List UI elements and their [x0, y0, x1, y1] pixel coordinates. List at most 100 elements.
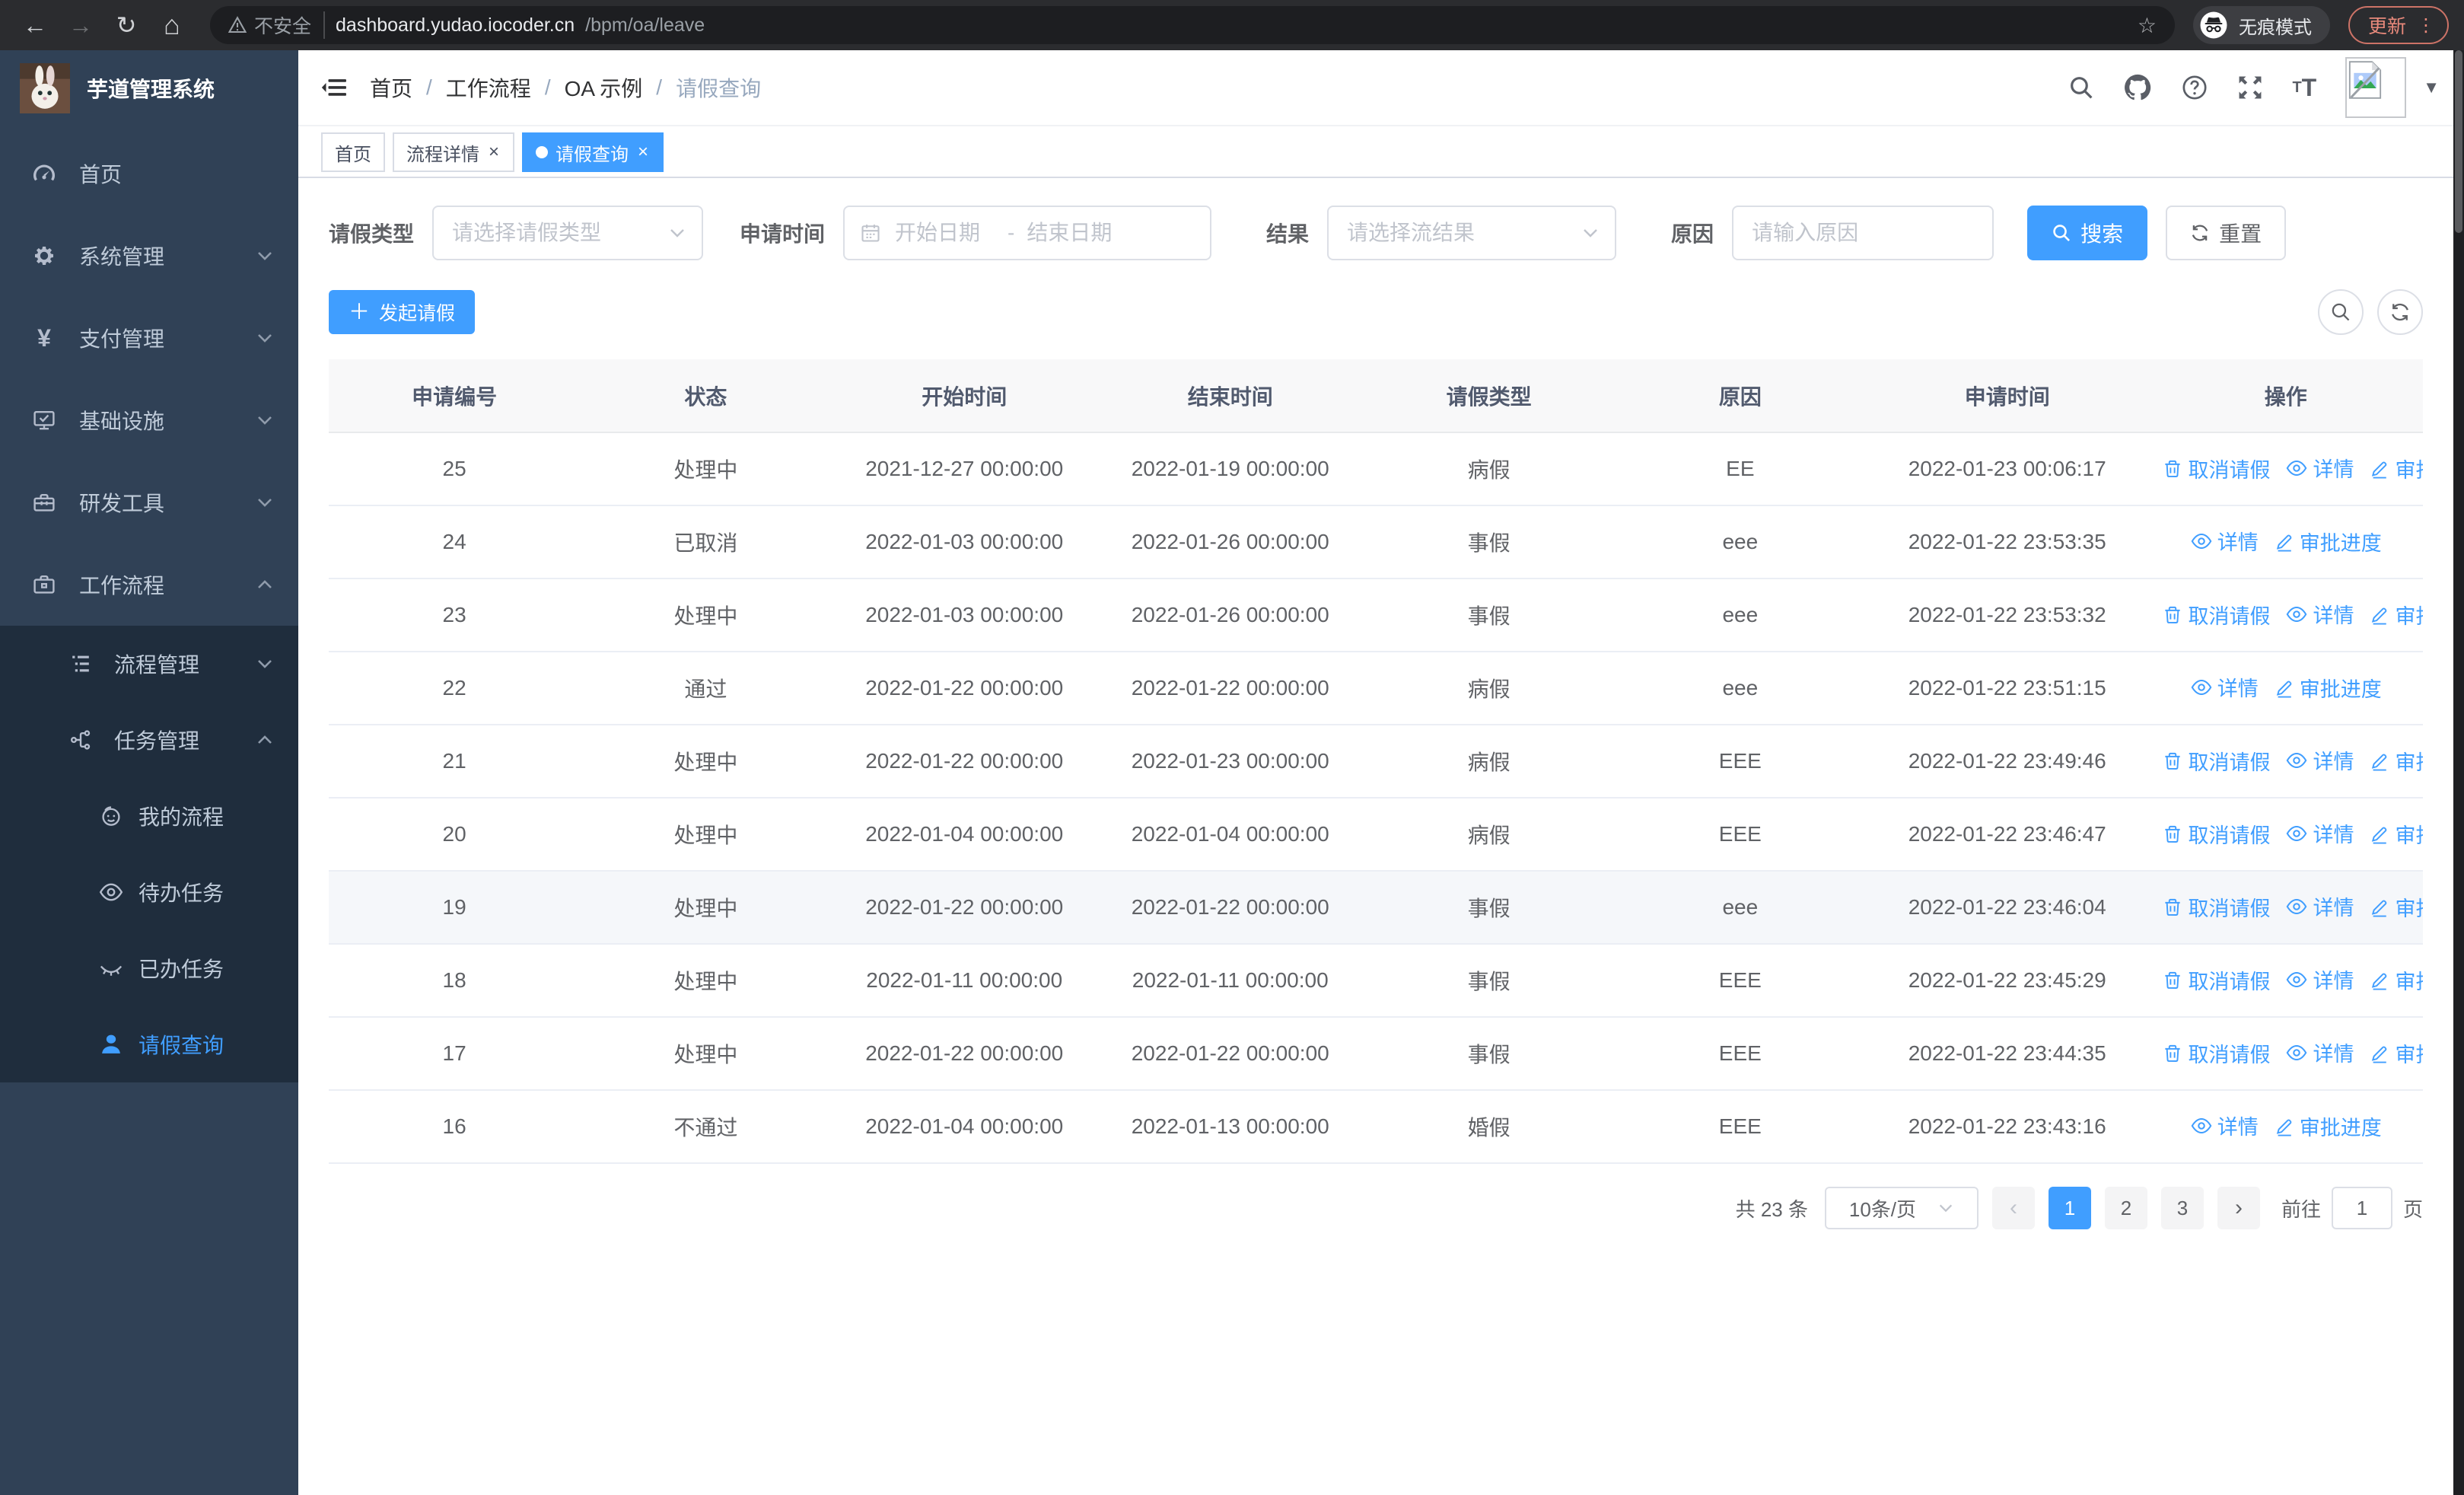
- bookmark-star-icon[interactable]: ☆: [2138, 13, 2157, 38]
- create-leave-button[interactable]: ＋ 发起请假: [329, 290, 476, 334]
- col-end-time: 结束时间: [1097, 359, 1364, 433]
- sidebar-item-done-task[interactable]: 已办任务: [0, 930, 298, 1006]
- refresh-table-button[interactable]: [2377, 289, 2423, 335]
- cell-end-time: 2022-01-04 00:00:00: [1097, 798, 1364, 872]
- detail-link[interactable]: 详情: [2190, 672, 2259, 702]
- sidebar-item-todo-task[interactable]: 待办任务: [0, 854, 298, 930]
- result-select[interactable]: [1327, 206, 1617, 260]
- reason-input[interactable]: [1749, 219, 1978, 247]
- search-button[interactable]: 搜索: [2027, 206, 2148, 260]
- approval-progress-link[interactable]: 审批进度: [2369, 746, 2423, 776]
- reset-button[interactable]: 重置: [2166, 206, 2287, 260]
- tab-home[interactable]: 首页: [321, 132, 385, 172]
- sidebar-item-home[interactable]: 首页: [0, 132, 298, 215]
- goto-page-input[interactable]: [2331, 1187, 2392, 1229]
- github-icon[interactable]: [2123, 73, 2152, 102]
- detail-link[interactable]: 详情: [2285, 891, 2354, 921]
- prev-page-button[interactable]: ‹: [1991, 1187, 2035, 1229]
- cell-leave-type: 事假: [1363, 1017, 1615, 1091]
- fullscreen-icon[interactable]: [2237, 75, 2263, 100]
- detail-link[interactable]: 详情: [2285, 1038, 2354, 1067]
- approval-progress-link[interactable]: 审批进度: [2274, 527, 2382, 556]
- detail-link[interactable]: 详情: [2285, 818, 2354, 848]
- detail-link[interactable]: 详情: [2285, 964, 2354, 994]
- forward-icon[interactable]: →: [61, 5, 100, 45]
- tab-process-detail[interactable]: 流程详情 ×: [393, 132, 515, 172]
- calendar-icon: [860, 222, 881, 244]
- leave-type-input[interactable]: [449, 219, 669, 247]
- cell-start-time: 2022-01-22 00:00:00: [831, 652, 1097, 725]
- back-icon[interactable]: ←: [15, 5, 55, 45]
- end-date-input[interactable]: [1023, 219, 1131, 247]
- sidebar-item-task-mgmt[interactable]: 任务管理: [0, 702, 298, 778]
- sidebar-collapse-icon[interactable]: [298, 76, 370, 99]
- cancel-leave-link[interactable]: 取消请假: [2162, 892, 2270, 922]
- approval-progress-link[interactable]: 审批进度: [2274, 673, 2382, 703]
- tab-leave-query[interactable]: 请假查询 ×: [522, 132, 664, 172]
- cell-status: 通过: [580, 652, 832, 725]
- sidebar-item-my-process[interactable]: 我的流程: [0, 778, 298, 854]
- sidebar-item-infrastructure[interactable]: 基础设施: [0, 379, 298, 461]
- cancel-leave-link[interactable]: 取消请假: [2162, 746, 2270, 776]
- breadcrumb-oa[interactable]: OA 示例: [565, 72, 643, 103]
- detail-link[interactable]: 详情: [2190, 526, 2259, 556]
- leave-type-select[interactable]: [432, 206, 704, 260]
- cell-apply-id: 23: [329, 579, 581, 652]
- cancel-leave-link[interactable]: 取消请假: [2162, 965, 2270, 995]
- approval-progress-link[interactable]: 审批进度: [2274, 1111, 2382, 1141]
- approval-progress-link[interactable]: 审批进度: [2369, 965, 2423, 995]
- page-button-1[interactable]: 1: [2048, 1187, 2091, 1229]
- cancel-leave-link[interactable]: 取消请假: [2162, 454, 2270, 483]
- page-scrollbar[interactable]: [2453, 50, 2464, 1495]
- toggle-search-button[interactable]: [2318, 289, 2364, 335]
- close-icon[interactable]: ×: [636, 142, 650, 163]
- detail-link[interactable]: 详情: [2285, 453, 2354, 483]
- sidebar-item-payment[interactable]: ¥ 支付管理: [0, 297, 298, 379]
- detail-link[interactable]: 详情: [2285, 745, 2354, 775]
- search-icon[interactable]: [2068, 75, 2094, 100]
- url-bar[interactable]: 不安全 dashboard.yudao.iocoder.cn /bpm/oa/l…: [210, 6, 2175, 44]
- cancel-leave-link[interactable]: 取消请假: [2162, 1038, 2270, 1068]
- cell-actions: 取消请假详情审批进度: [2148, 798, 2423, 872]
- approval-progress-link[interactable]: 审批进度: [2369, 892, 2423, 922]
- breadcrumb-home[interactable]: 首页: [370, 72, 412, 103]
- cell-end-time: 2022-01-23 00:00:00: [1097, 725, 1364, 799]
- home-icon[interactable]: ⌂: [152, 5, 192, 45]
- close-icon[interactable]: ×: [487, 142, 501, 163]
- approval-progress-link[interactable]: 审批进度: [2369, 454, 2423, 483]
- approval-progress-link[interactable]: 审批进度: [2369, 819, 2423, 849]
- approval-progress-link[interactable]: 审批进度: [2369, 1038, 2423, 1068]
- security-warning[interactable]: 不安全: [228, 11, 326, 39]
- sidebar-item-workflow[interactable]: 工作流程: [0, 543, 298, 626]
- help-icon[interactable]: [2181, 74, 2208, 101]
- update-button[interactable]: 更新 ⋮: [2348, 6, 2449, 44]
- sidebar-item-process-mgmt[interactable]: 流程管理: [0, 626, 298, 702]
- result-input[interactable]: [1344, 219, 1582, 247]
- cell-start-time: 2022-01-03 00:00:00: [831, 505, 1097, 579]
- avatar-dropdown-caret-icon[interactable]: ▼: [2423, 78, 2440, 97]
- cancel-leave-link[interactable]: 取消请假: [2162, 819, 2270, 849]
- detail-link[interactable]: 详情: [2285, 599, 2354, 629]
- next-page-button[interactable]: ›: [2217, 1187, 2260, 1229]
- approval-progress-link[interactable]: 审批进度: [2369, 600, 2423, 630]
- sidebar-item-system[interactable]: 系统管理: [0, 215, 298, 297]
- sidebar-item-devtools[interactable]: 研发工具: [0, 461, 298, 543]
- font-size-icon[interactable]: TT: [2292, 75, 2316, 100]
- cancel-leave-link[interactable]: 取消请假: [2162, 600, 2270, 630]
- page-size-select[interactable]: 10条/页: [1824, 1187, 1979, 1229]
- breadcrumb-workflow[interactable]: 工作流程: [446, 72, 531, 103]
- page-button-2[interactable]: 2: [2104, 1187, 2147, 1229]
- page-button-3[interactable]: 3: [2160, 1187, 2204, 1229]
- sidebar: 芋道管理系统 首页 系统管理 ¥ 支付管理 基础设施 研发工具 工作流程 流程管…: [0, 50, 298, 1495]
- start-date-input[interactable]: [892, 219, 999, 247]
- reason-field[interactable]: [1732, 206, 1994, 260]
- view-icon: [2190, 1114, 2213, 1137]
- browser-menu-icon[interactable]: ⋮: [2417, 14, 2435, 37]
- app-logo-row[interactable]: 芋道管理系统: [0, 50, 298, 126]
- sidebar-item-leave-query[interactable]: 请假查询: [0, 1006, 298, 1082]
- reload-icon[interactable]: ↻: [107, 5, 146, 45]
- apply-time-range-picker[interactable]: -: [843, 206, 1212, 260]
- avatar[interactable]: [2345, 57, 2407, 118]
- cell-start-time: 2022-01-22 00:00:00: [831, 1017, 1097, 1091]
- detail-link[interactable]: 详情: [2190, 1111, 2259, 1140]
